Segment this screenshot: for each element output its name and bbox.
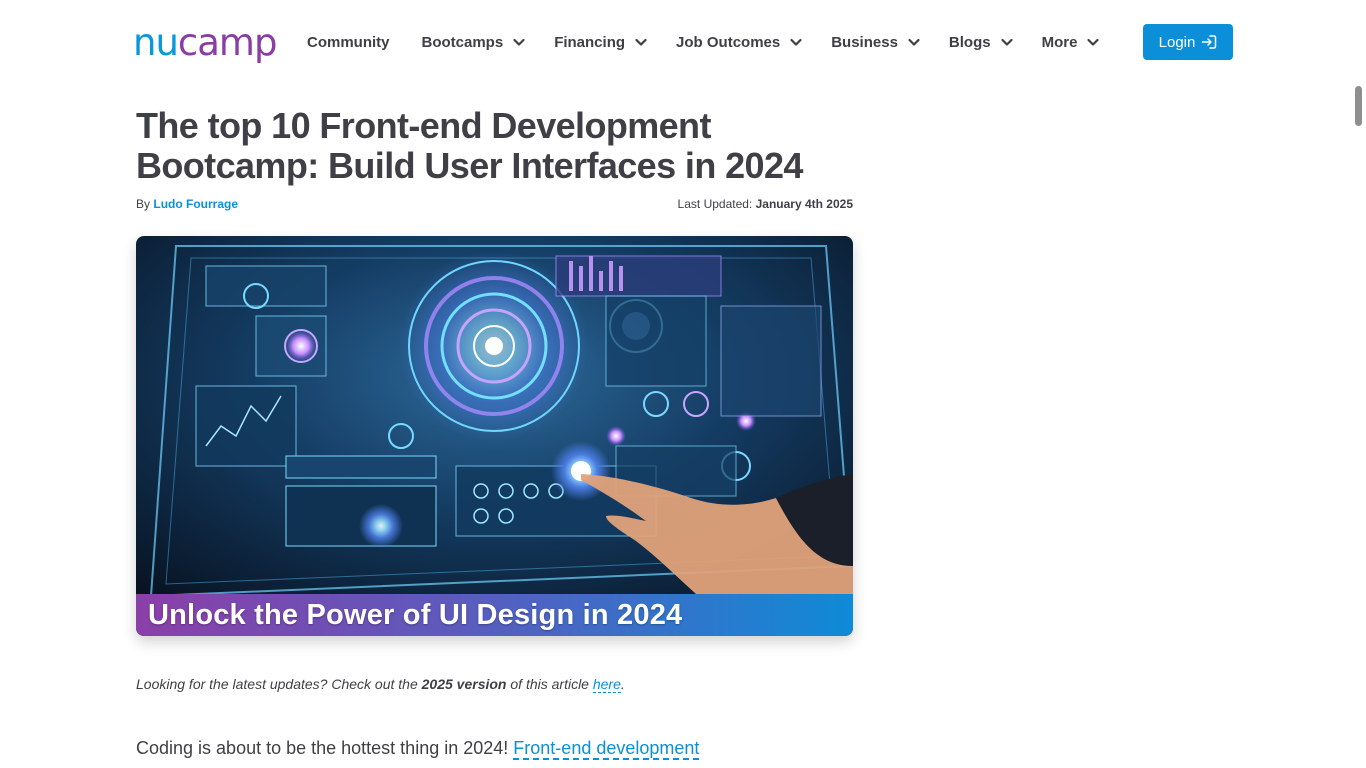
nav-more[interactable]: More [1042, 34, 1101, 51]
login-arrow-icon [1201, 34, 1217, 50]
login-label: Login [1158, 33, 1196, 51]
nav-bootcamps[interactable]: Bootcamps [422, 34, 527, 51]
hero-caption-banner: Unlock the Power of UI Design in 2024 [136, 594, 853, 636]
last-updated-label: Last Updated: [677, 197, 753, 211]
article-title: The top 10 Front-end Development Bootcam… [136, 105, 803, 186]
futuristic-ui-illustration [136, 236, 853, 636]
chevron-down-icon [789, 35, 803, 49]
note-suffix: . [620, 676, 625, 692]
note-bold: 2025 version [421, 676, 507, 692]
chevron-down-icon [907, 35, 921, 49]
last-updated-date: January 4th 2025 [755, 197, 853, 211]
hero-caption: Unlock the Power of UI Design in 2024 [148, 599, 683, 631]
nav-label: Job Outcomes [676, 33, 781, 51]
byline: By Ludo Fourrage [136, 196, 238, 212]
nav-label: Financing [554, 33, 626, 51]
author-link[interactable]: Ludo Fourrage [153, 197, 238, 211]
chevron-down-icon [1000, 35, 1014, 49]
note-middle: of this article [510, 676, 589, 692]
main-nav: Community Bootcamps Financing Job Outcom… [307, 27, 1100, 57]
nav-job-outcomes[interactable]: Job Outcomes [676, 34, 803, 51]
article-header: The top 10 Front-end Development Bootcam… [136, 106, 853, 212]
updates-note: Looking for the latest updates? Check ou… [136, 675, 625, 693]
nucamp-logo[interactable]: nucamp [133, 20, 278, 64]
body-text: Coding is about to be the hottest thing … [136, 738, 509, 758]
chevron-down-icon [512, 35, 526, 49]
here-link[interactable]: here [592, 676, 621, 693]
nav-community[interactable]: Community [307, 34, 390, 51]
nav-financing[interactable]: Financing [554, 34, 648, 51]
scrollbar-thumb[interactable] [1355, 86, 1362, 126]
logo-text-camp: camp [177, 20, 278, 64]
site-header: nucamp Community Bootcamps Financing Job… [0, 0, 1366, 84]
nav-label: Bootcamps [421, 33, 504, 51]
nav-label: Blogs [948, 33, 991, 51]
nav-label: Business [831, 33, 898, 51]
by-label: By [136, 197, 151, 211]
article-meta: By Ludo Fourrage Last Updated: January 4… [136, 196, 853, 212]
login-button[interactable]: Login [1143, 24, 1233, 60]
nav-label: Community [307, 33, 390, 51]
nav-label: More [1041, 33, 1078, 51]
frontend-development-link[interactable]: Front-end development [513, 738, 700, 760]
chevron-down-icon [634, 35, 648, 49]
logo-text-nu: nu [133, 20, 179, 64]
nav-business[interactable]: Business [831, 34, 921, 51]
last-updated: Last Updated: January 4th 2025 [678, 196, 853, 212]
note-prefix: Looking for the latest updates? Check ou… [136, 676, 418, 692]
scrollbar[interactable] [1351, 0, 1366, 768]
chevron-down-icon [1086, 35, 1100, 49]
nav-blogs[interactable]: Blogs [949, 34, 1014, 51]
body-paragraph: Coding is about to be the hottest thing … [136, 736, 700, 760]
hero-image: Unlock the Power of UI Design in 2024 [136, 236, 853, 636]
